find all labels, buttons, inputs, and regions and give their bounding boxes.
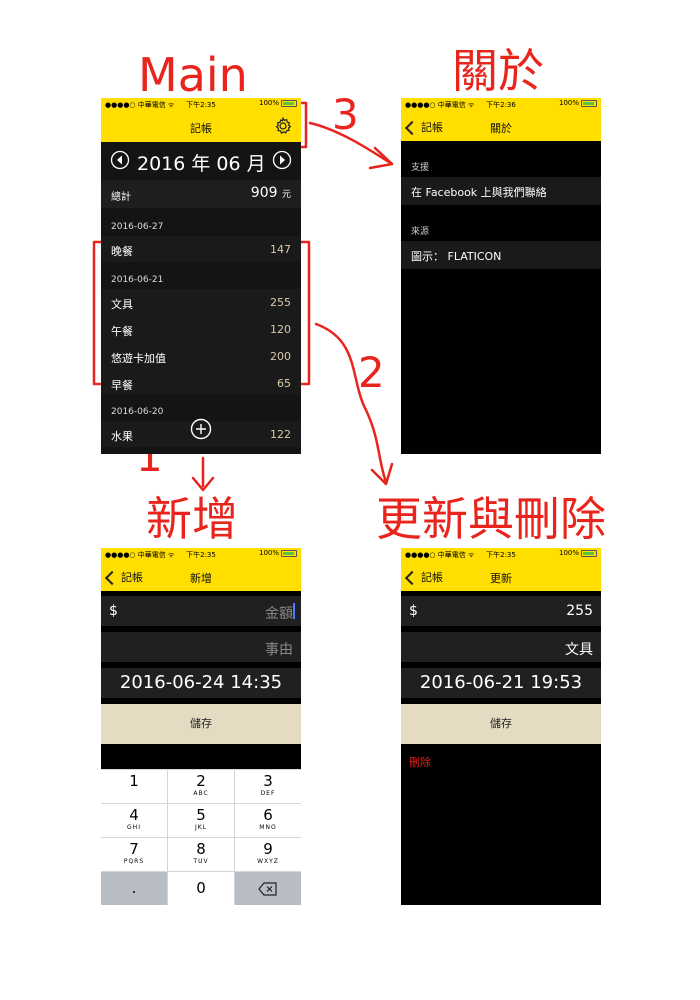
nav-title: 更新	[490, 572, 512, 585]
amount-field[interactable]: $ 金額	[101, 596, 301, 626]
status-bar: ●●●●○ 中華電信 ᯤ 下午2:35 100%	[101, 98, 301, 111]
battery-percent: 100%	[258, 549, 279, 557]
amount-value: 255	[566, 603, 593, 619]
update-screen: ●●●●○ 中華電信 ᯤ 下午2:35 100% 記帳 更新 $ 255 文具 …	[401, 548, 601, 905]
battery-icon	[581, 99, 597, 107]
arrow-3	[308, 121, 394, 166]
key-5[interactable]: 5 JKL	[168, 804, 234, 837]
status-bar: ●●●●○ 中華電信 ᯤ 下午2:35 100%	[401, 548, 601, 561]
month-selector: 2016 年 06 月	[101, 142, 301, 180]
battery-percent: 100%	[258, 99, 279, 107]
total-row: 總計 909 元	[101, 180, 301, 208]
currency-symbol: $	[409, 603, 418, 619]
key-dot[interactable]: .	[101, 872, 167, 905]
key-0[interactable]: 0	[168, 872, 234, 905]
icon-source-label: 圖示： FLATICON	[411, 250, 502, 263]
item-amount: 147	[270, 243, 291, 256]
battery-indicator: 100%	[259, 549, 297, 557]
next-month-icon[interactable]	[272, 150, 292, 174]
nav-title: 關於	[490, 122, 512, 135]
key-7[interactable]: 7 PQRS	[101, 838, 167, 871]
reason-value: 文具	[565, 642, 593, 658]
nav-bar: 記帳 關於	[401, 111, 601, 141]
key-1[interactable]: 1	[101, 770, 167, 803]
amount-placeholder: 金額	[265, 606, 293, 622]
item-amount: 255	[270, 296, 291, 309]
gear-icon[interactable]	[273, 116, 293, 139]
key-3[interactable]: 3 DEF	[235, 770, 301, 803]
backspace-icon	[258, 882, 277, 896]
battery-icon	[581, 549, 597, 557]
nav-bar: 記帳 新增	[101, 561, 301, 591]
battery-indicator: 100%	[559, 99, 597, 107]
facebook-contact-link[interactable]: 在 Facebook 上與我們聯絡	[401, 177, 601, 205]
nav-title: 新增	[190, 572, 212, 585]
add-screen: ●●●●○ 中華電信 ᯤ 下午2:35 100% 記帳 新增 $ 金額 事由 2…	[101, 548, 301, 905]
list-item[interactable]: 早餐 65	[101, 370, 301, 394]
plus-circle-icon	[190, 418, 212, 440]
status-bar: ●●●●○ 中華電信 ᯤ 下午2:36 100%	[401, 98, 601, 111]
list-item[interactable]: 午餐 120	[101, 316, 301, 343]
previous-month-icon[interactable]	[110, 150, 130, 174]
nav-bar: 記帳 更新	[401, 561, 601, 591]
support-header: 支援	[411, 163, 430, 173]
about-screen: ●●●●○ 中華電信 ᯤ 下午2:36 100% 記帳 關於 支援 在 Face…	[401, 98, 601, 454]
datetime-field[interactable]: 2016-06-21 19:53	[401, 668, 601, 698]
list-item[interactable]: 晚餐 147	[101, 236, 301, 262]
facebook-contact-label: 在 Facebook 上與我們聯絡	[411, 186, 547, 199]
main-screen: ●●●●○ 中華電信 ᯤ 下午2:35 100% 記帳 2016 年 06 月 …	[101, 98, 301, 454]
save-button[interactable]: 儲存	[401, 704, 601, 744]
numeric-keypad: 1 2 ABC 3 DEF 4 GHI 5 JKL 6 MNO 7 PQRS 8 TUV 9W…	[101, 769, 301, 905]
status-bar: ●●●●○ 中華電信 ᯤ 下午2:35 100%	[101, 548, 301, 561]
battery-indicator: 100%	[259, 99, 297, 107]
key-4[interactable]: 4 GHI	[101, 804, 167, 837]
key-6[interactable]: 6 MNO	[235, 804, 301, 837]
battery-percent: 100%	[558, 549, 579, 557]
amount-field[interactable]: $ 255	[401, 596, 601, 626]
backspace-key[interactable]	[235, 872, 301, 905]
month-label: 2016 年 06 月	[137, 153, 266, 175]
item-amount: 122	[270, 428, 291, 441]
icon-source-row[interactable]: 圖示： FLATICON	[401, 241, 601, 269]
datetime-field[interactable]: 2016-06-24 14:35	[101, 668, 301, 698]
total-value: 909 元	[250, 185, 291, 201]
delete-button[interactable]: 刪除	[401, 754, 601, 770]
save-button[interactable]: 儲存	[101, 704, 301, 744]
battery-icon	[281, 99, 297, 107]
battery-percent: 100%	[558, 99, 579, 107]
item-label: 悠遊卡加值	[111, 352, 166, 365]
item-amount: 120	[270, 323, 291, 336]
item-label: 文具	[111, 298, 133, 311]
reason-placeholder: 事由	[265, 642, 293, 658]
battery-indicator: 100%	[559, 549, 597, 557]
key-8[interactable]: 8 TUV	[168, 838, 234, 871]
item-label: 水果	[111, 430, 133, 443]
item-label: 早餐	[111, 379, 133, 392]
key-2[interactable]: 2 ABC	[168, 770, 234, 803]
item-amount: 200	[270, 350, 291, 363]
list-item[interactable]: 文具 255	[101, 289, 301, 316]
nav-bar: 記帳	[101, 111, 301, 142]
battery-icon	[281, 549, 297, 557]
currency-symbol: $	[109, 603, 118, 619]
item-label: 午餐	[111, 325, 133, 338]
list-item[interactable]: 悠遊卡加值 200	[101, 343, 301, 370]
arrow-2	[314, 322, 388, 484]
source-header: 來源	[411, 227, 430, 237]
reason-field[interactable]: 事由	[101, 632, 301, 662]
total-label: 總計	[111, 192, 131, 203]
item-amount: 65	[277, 377, 291, 390]
key-9[interactable]: 9 WXYZ	[235, 838, 301, 871]
item-label: 晚餐	[111, 245, 133, 258]
date-header: 2016-06-21	[111, 275, 164, 285]
date-header: 2016-06-27	[111, 222, 164, 232]
nav-title: 記帳	[190, 122, 212, 135]
reason-field[interactable]: 文具	[401, 632, 601, 662]
text-cursor	[293, 603, 295, 619]
add-button[interactable]	[190, 418, 212, 444]
